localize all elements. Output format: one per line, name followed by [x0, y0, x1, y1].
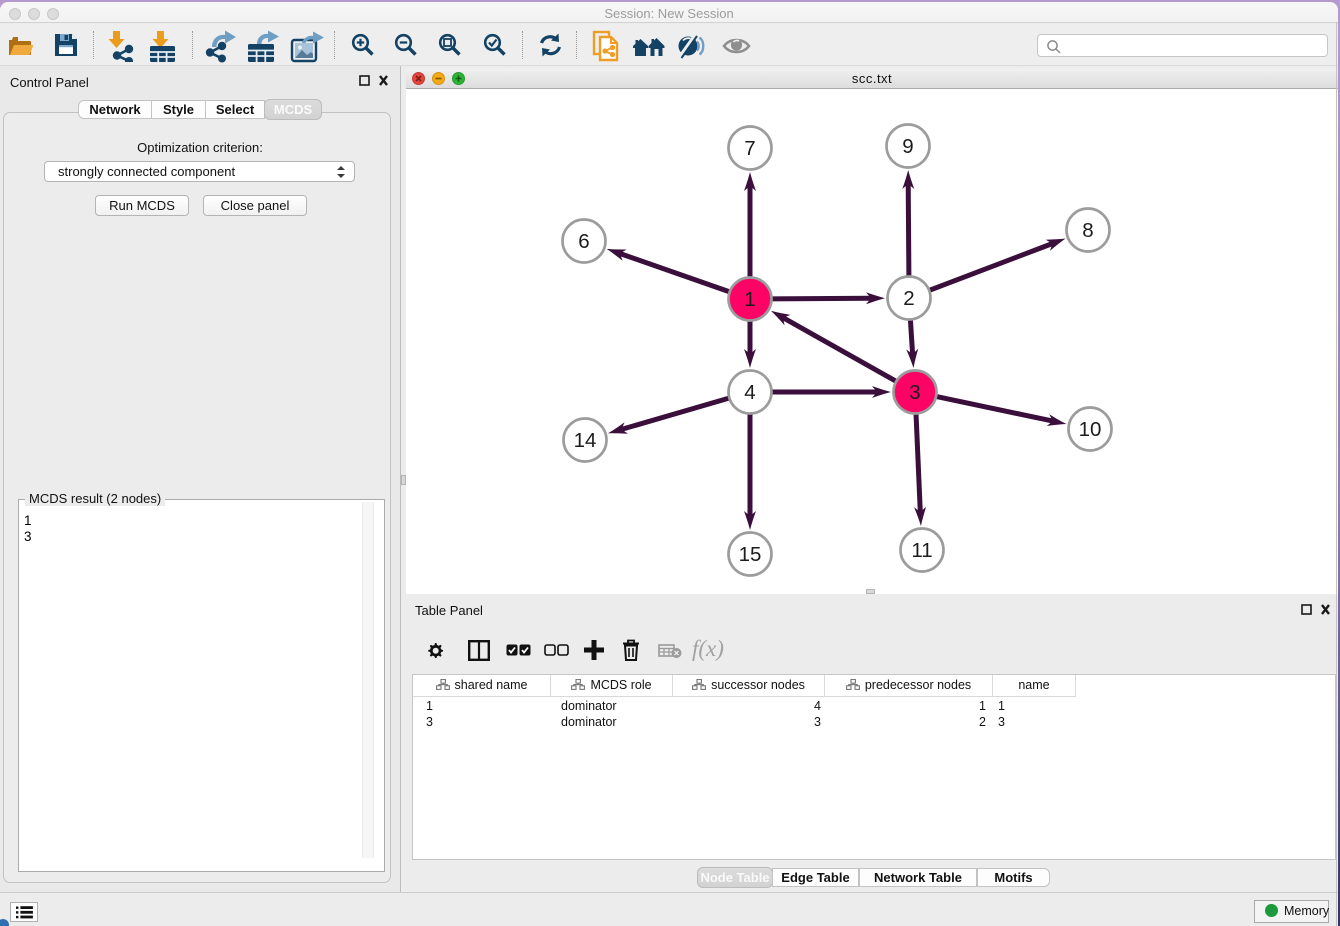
svg-text:15: 15	[739, 543, 762, 566]
svg-text:6: 6	[578, 230, 589, 253]
svg-text:8: 8	[1082, 219, 1093, 242]
svg-text:9: 9	[902, 135, 913, 158]
svg-text:10: 10	[1079, 418, 1102, 441]
svg-text:3: 3	[909, 381, 920, 404]
svg-text:2: 2	[903, 287, 914, 310]
svg-text:11: 11	[911, 539, 932, 562]
svg-text:4: 4	[744, 381, 755, 404]
svg-text:14: 14	[574, 429, 597, 452]
svg-text:1: 1	[744, 288, 755, 311]
svg-text:7: 7	[744, 137, 755, 160]
